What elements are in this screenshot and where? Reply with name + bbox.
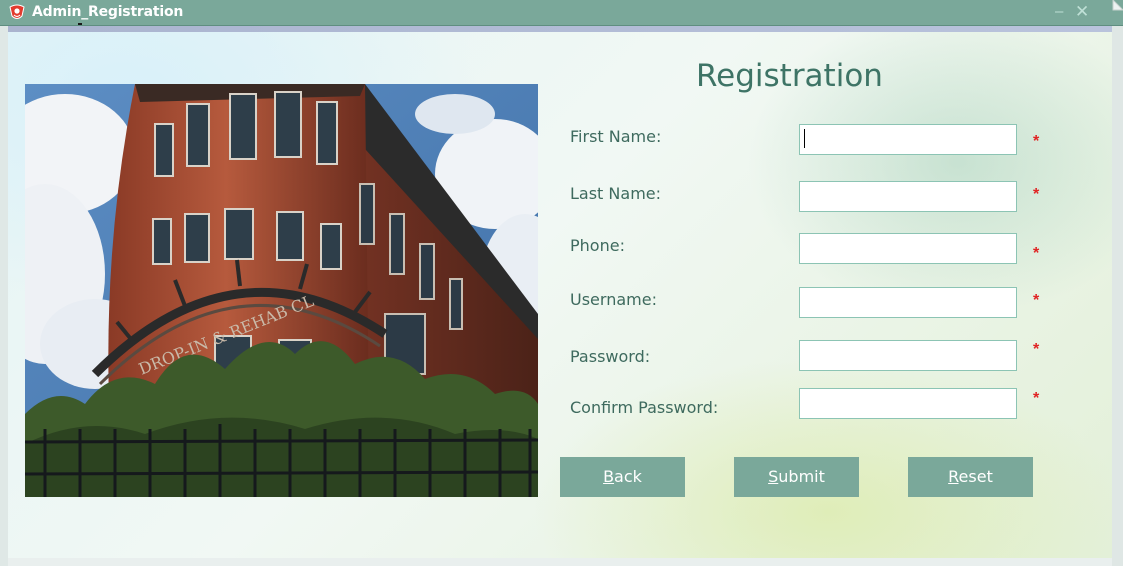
last-name-label: Last Name: (570, 184, 662, 203)
close-button[interactable]: ✕ (1075, 2, 1089, 22)
submit-button[interactable]: Submit (734, 457, 859, 497)
back-button[interactable]: Back (560, 457, 685, 497)
phone-required-marker: * (1033, 245, 1040, 262)
back-label-rest: ack (614, 467, 642, 486)
reset-button[interactable]: Reset (908, 457, 1033, 497)
first-name-required-marker: * (1033, 133, 1040, 150)
window-title: Admin_Registration (32, 4, 184, 20)
back-mnemonic: B (603, 467, 615, 486)
password-required-marker: * (1033, 341, 1040, 358)
title-bar[interactable]: Admin_Registration – ✕ (0, 0, 1123, 26)
username-required-marker: * (1033, 292, 1040, 309)
minimize-button[interactable]: – (1055, 2, 1063, 22)
first-name-field[interactable] (799, 124, 1017, 155)
password-label: Password: (570, 347, 651, 366)
password-field[interactable] (799, 340, 1017, 371)
reset-label-rest: eset (958, 467, 993, 486)
app-logo-icon (9, 4, 25, 19)
text-caret (804, 129, 805, 148)
confirm-password-field[interactable] (799, 388, 1017, 419)
submit-label-rest: ubmit (778, 467, 825, 486)
confirm-password-label: Confirm Password: (570, 398, 719, 417)
username-field[interactable] (799, 287, 1017, 318)
window-bottom-border (8, 558, 1112, 566)
page-title: Registration (696, 58, 883, 94)
window-right-border (1112, 26, 1123, 566)
building-photo: DROP-IN & REHAB CL (25, 84, 538, 497)
registration-window: Admin_Registration – ✕ DROP-IN & REHAB C… (0, 0, 1123, 566)
username-label: Username: (570, 290, 657, 309)
last-name-field[interactable] (799, 181, 1017, 212)
confirm-password-required-marker: * (1033, 390, 1040, 407)
reset-mnemonic: R (948, 467, 959, 486)
title-cursor-mark (78, 23, 82, 25)
phone-field[interactable] (799, 233, 1017, 264)
corner-fold-icon (1099, 0, 1123, 24)
last-name-required-marker: * (1033, 186, 1040, 203)
phone-label: Phone: (570, 236, 625, 255)
first-name-label: First Name: (570, 127, 662, 146)
submit-mnemonic: S (768, 467, 779, 486)
